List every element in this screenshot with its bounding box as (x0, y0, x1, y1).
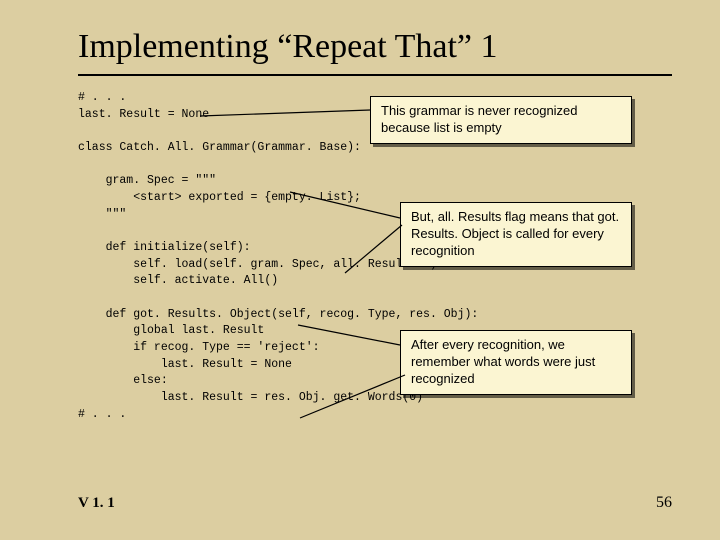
callout-grammar-empty: This grammar is never recognized because… (370, 96, 632, 144)
version-label: V 1. 1 (78, 495, 115, 512)
callout-all-results: But, all. Results flag means that got. R… (400, 202, 632, 267)
callout-remember-words: After every recognition, we remember wha… (400, 330, 632, 395)
page-number: 56 (656, 494, 672, 512)
title-rule (78, 74, 672, 76)
slide: Implementing “Repeat That” 1 # . . . las… (0, 0, 720, 540)
slide-title: Implementing “Repeat That” 1 (78, 28, 672, 66)
